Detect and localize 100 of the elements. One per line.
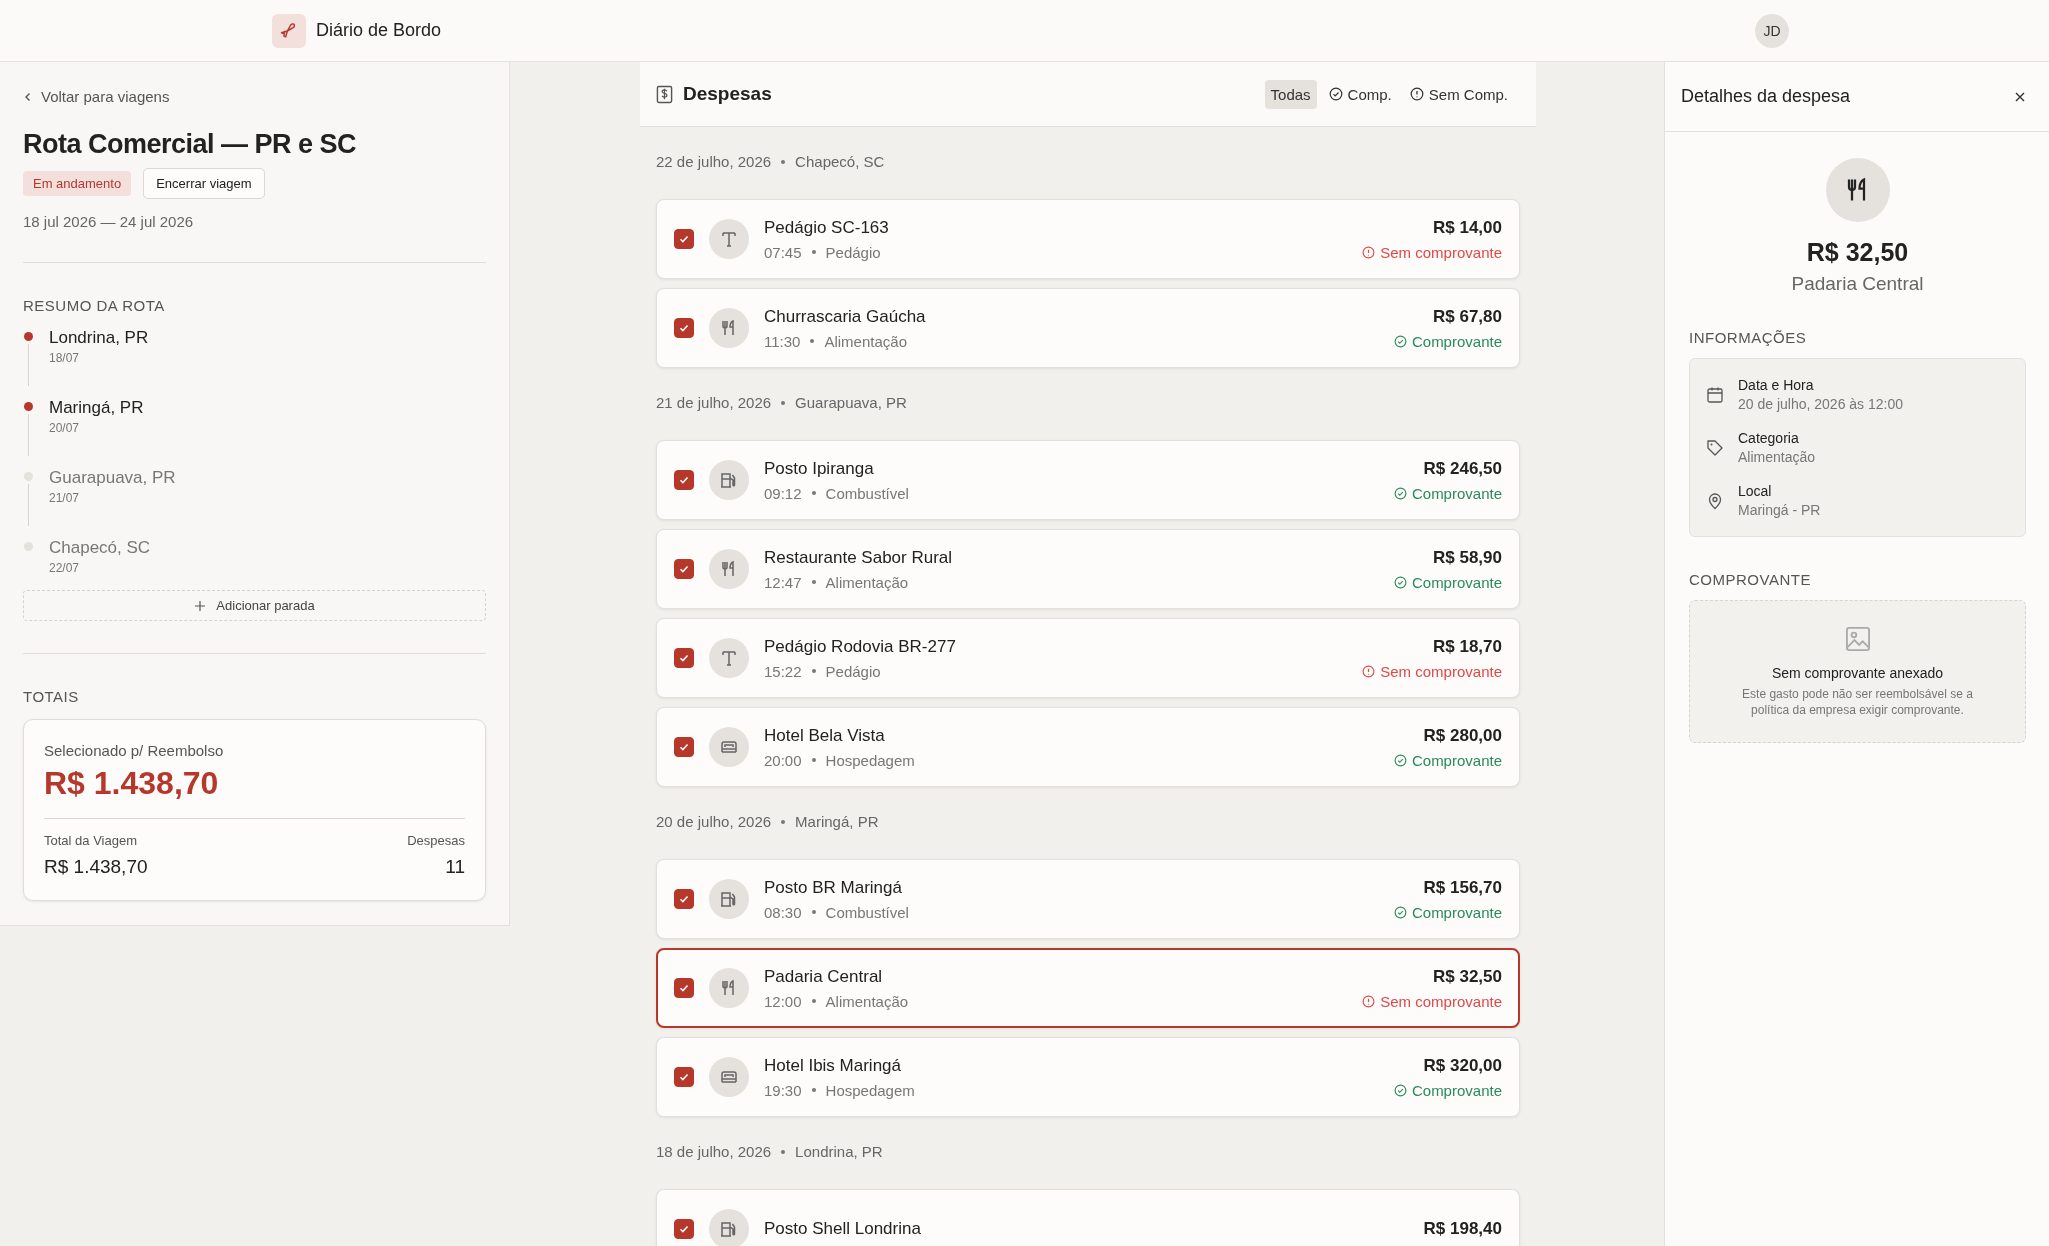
fuel-pump-icon bbox=[709, 1209, 749, 1246]
expense-amount: R$ 18,70 bbox=[1433, 636, 1502, 657]
expense-card[interactable]: Padaria Central 12:00 Alimentação R$ 32,50 Sem comprovante bbox=[656, 948, 1520, 1028]
status-badge: Em andamento bbox=[23, 171, 132, 196]
expense-card[interactable]: Hotel Ibis Maringá 19:30 Hospedagem R$ 320,00 Comprovante bbox=[656, 1037, 1520, 1117]
receipt-empty-note: Este gasto pode não ser reembolsável se a política da empresa exigir comprovante. bbox=[1741, 687, 1974, 719]
section-heading: INFORMAÇÕES bbox=[1689, 329, 1808, 346]
expense-card[interactable]: Churrascaria Gaúcha 11:30 Alimentação R$ 67,80 Comprovante bbox=[656, 288, 1520, 368]
info-label: Categoria bbox=[1738, 430, 1800, 446]
filter-tab[interactable]: Todas bbox=[1264, 79, 1317, 109]
checkbox[interactable] bbox=[674, 978, 694, 998]
receipt-status: Comprovante bbox=[1411, 751, 1502, 769]
info-label: Data e Hora bbox=[1738, 377, 1815, 393]
app-name: Diário de Bordo bbox=[316, 20, 442, 41]
section-heading: RESUMO DA ROTA bbox=[23, 297, 166, 314]
expense-card[interactable]: Pedágio Rodovia BR-277 15:22 Pedágio R$ 18,70 Sem comprovante bbox=[656, 618, 1520, 698]
separator-dot bbox=[781, 400, 786, 405]
checkbox[interactable] bbox=[674, 229, 694, 249]
expense-name: Hotel Bela Vista bbox=[764, 725, 886, 746]
end-trip-button[interactable]: Encerrar viagem bbox=[143, 168, 265, 199]
checkbox[interactable] bbox=[674, 889, 694, 909]
expense-category: Alimentação bbox=[825, 573, 909, 591]
back-link[interactable]: Voltar para viagens bbox=[23, 88, 486, 105]
receipt-status: Comprovante bbox=[1411, 484, 1502, 502]
receipt-status: Sem comprovante bbox=[1380, 992, 1502, 1010]
checkbox[interactable] bbox=[674, 1067, 694, 1087]
group-date: 20 de julho, 2026 bbox=[656, 813, 772, 830]
expenses-title: Despesas bbox=[683, 83, 772, 105]
stop-city: Londrina, PR bbox=[49, 328, 149, 348]
stop-city: Guarapuava, PR bbox=[49, 468, 176, 488]
fork-knife-icon bbox=[709, 968, 749, 1008]
expense-amount: R$ 320,00 bbox=[1423, 1055, 1502, 1076]
expense-category: Alimentação bbox=[824, 332, 907, 350]
expense-category: Combustível bbox=[825, 903, 909, 921]
close-icon bbox=[2014, 90, 2026, 103]
trip-dates: 18 jul 2026 — 24 jul 2026 bbox=[23, 213, 195, 230]
expense-name: Padaria Central bbox=[764, 966, 884, 987]
expense-amount: R$ 246,50 bbox=[1423, 458, 1502, 479]
expense-time: 19:30 bbox=[764, 1081, 802, 1099]
expense-amount: R$ 58,90 bbox=[1433, 547, 1502, 568]
expense-time: 12:00 bbox=[764, 992, 802, 1010]
receipt-status: Sem comprovante bbox=[1380, 243, 1502, 261]
filter-tab[interactable]: Comp. bbox=[1322, 79, 1398, 109]
map-pin-icon bbox=[1706, 491, 1724, 510]
expense-time: 07:45 bbox=[764, 243, 802, 261]
fuel-pump-icon bbox=[709, 879, 749, 919]
checkbox[interactable] bbox=[674, 737, 694, 757]
checkbox[interactable] bbox=[674, 470, 694, 490]
group-date: 18 de julho, 2026 bbox=[656, 1143, 772, 1160]
plus-icon bbox=[194, 599, 207, 612]
expense-amount: R$ 198,40 bbox=[1423, 1219, 1502, 1239]
info-value: Alimentação bbox=[1738, 449, 1816, 465]
expense-card[interactable]: Posto BR Maringá 08:30 Combustível R$ 156,70 Comprovante bbox=[656, 859, 1520, 939]
group-place: Maringá, PR bbox=[795, 813, 879, 830]
chevron-left-icon bbox=[23, 91, 33, 102]
checkbox[interactable] bbox=[674, 559, 694, 579]
separator-dot bbox=[810, 339, 815, 343]
section-heading: TOTAIS bbox=[23, 688, 80, 705]
detail-amount: R$ 32,50 bbox=[1806, 238, 1909, 267]
group-date: 22 de julho, 2026 bbox=[656, 153, 772, 170]
checkbox[interactable] bbox=[674, 1219, 694, 1239]
expense-amount: R$ 14,00 bbox=[1433, 217, 1502, 238]
expense-card[interactable]: Pedágio SC-163 07:45 Pedágio R$ 14,00 Sem comprovante bbox=[656, 199, 1520, 279]
stop-date: 22/07 bbox=[49, 561, 81, 575]
user-avatar[interactable]: JD bbox=[1755, 13, 1789, 48]
expense-category: Pedágio bbox=[825, 243, 881, 261]
receipt-status: Comprovante bbox=[1411, 1081, 1502, 1099]
expense-time: 20:00 bbox=[764, 751, 802, 769]
stop-city: Maringá, PR bbox=[49, 398, 144, 418]
section-heading: COMPROVANTE bbox=[1689, 571, 1812, 588]
checkbox[interactable] bbox=[674, 648, 694, 668]
stop-date: 20/07 bbox=[49, 421, 81, 435]
separator-dot bbox=[811, 669, 816, 673]
separator-dot bbox=[811, 910, 816, 914]
expense-card[interactable]: Posto Shell Londrina R$ 198,40 bbox=[656, 1189, 1520, 1246]
expense-card[interactable]: Restaurante Sabor Rural 12:47 Alimentação R$ 58,90 Comprovante bbox=[656, 529, 1520, 609]
separator-dot bbox=[781, 1149, 786, 1154]
expense-time: 11:30 bbox=[764, 332, 801, 350]
checkbox[interactable] bbox=[674, 318, 694, 338]
expense-card[interactable]: Posto Ipiranga 09:12 Combustível R$ 246,50 Comprovante bbox=[656, 440, 1520, 520]
expense-time: 15:22 bbox=[764, 662, 802, 680]
stop-city: Chapecó, SC bbox=[49, 538, 151, 558]
info-label: Local bbox=[1738, 483, 1773, 499]
trip-total-label: Total da Viagem bbox=[44, 833, 138, 848]
group-date: 21 de julho, 2026 bbox=[656, 394, 772, 411]
check-circle-icon bbox=[1328, 87, 1343, 101]
trip-title: Rota Comercial — PR e SC bbox=[23, 129, 358, 160]
filter-tab[interactable]: Sem Comp. bbox=[1403, 79, 1514, 109]
expense-time: 09:12 bbox=[764, 484, 802, 502]
receipt-empty-title: Sem comprovante anexado bbox=[1771, 665, 1944, 681]
stop-date: 21/07 bbox=[49, 491, 81, 505]
receipt-dropzone[interactable]: Sem comprovante anexado Este gasto pode não ser reembolsável se a política da empresa exigir comprovante. bbox=[1689, 600, 2026, 744]
expense-category: Hospedagem bbox=[825, 751, 915, 769]
expense-time: 12:47 bbox=[764, 573, 802, 591]
separator-dot bbox=[811, 491, 816, 495]
selected-label: Selecionado p/ Reembolso bbox=[44, 742, 225, 759]
add-stop-button[interactable]: Adicionar parada bbox=[23, 590, 486, 621]
expense-card[interactable]: Hotel Bela Vista 20:00 Hospedagem R$ 280,00 Comprovante bbox=[656, 707, 1520, 787]
expense-category: Hospedagem bbox=[825, 1081, 915, 1099]
info-value: Maringá - PR bbox=[1738, 502, 1821, 518]
